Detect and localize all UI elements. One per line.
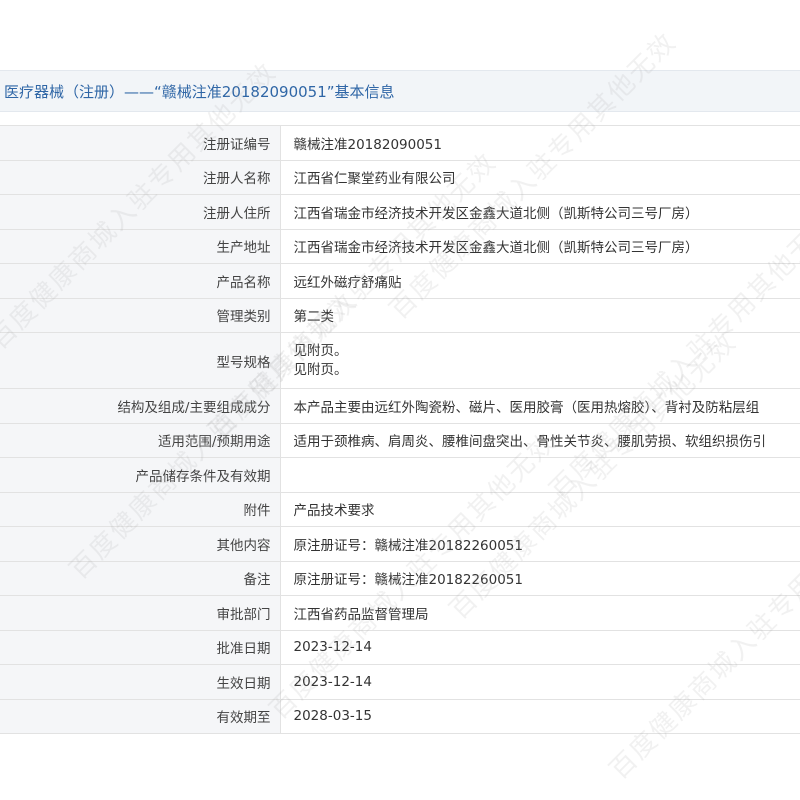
table-row-registrant-address: 注册人住所 江西省瑞金市经济技术开发区金鑫大道北侧（凯斯特公司三号厂房） <box>0 194 800 230</box>
table-row-effective-date: 生效日期 2023-12-14 <box>0 664 800 700</box>
row-value: 2023-12-14 <box>280 664 800 700</box>
row-value: 江西省瑞金市经济技术开发区金鑫大道北侧（凯斯特公司三号厂房） <box>280 194 800 230</box>
row-value: 2023-12-14 <box>280 629 800 665</box>
row-value: 江西省瑞金市经济技术开发区金鑫大道北侧（凯斯特公司三号厂房） <box>280 228 800 264</box>
table-row-management-category: 管理类别 第二类 <box>0 297 800 333</box>
row-label: 生产地址 <box>0 228 281 264</box>
table-row-approval-dept: 审批部门 江西省药品监督管理局 <box>0 595 800 631</box>
row-value: 原注册证号：赣械注准20182260051 <box>280 560 800 596</box>
table-row-registrant-name: 注册人名称 江西省仁聚堂药业有限公司 <box>0 159 800 195</box>
row-label: 备注 <box>0 560 281 596</box>
row-value: 赣械注准20182090051 <box>280 125 800 161</box>
table-row-model-spec: 型号规格 见附页。 见附页。 <box>0 332 800 389</box>
title-bar: 医疗器械（注册）——“赣械注准20182090051”基本信息 <box>0 70 800 112</box>
table-row-product-name: 产品名称 远红外磁疗舒痛贴 <box>0 263 800 299</box>
table-row-other: 其他内容 原注册证号：赣械注准20182260051 <box>0 526 800 562</box>
table-row-remarks: 备注 原注册证号：赣械注准20182260051 <box>0 560 800 596</box>
info-table: 注册证编号 赣械注准20182090051 注册人名称 江西省仁聚堂药业有限公司… <box>0 125 800 734</box>
row-value-line: 见附页。 <box>293 361 348 378</box>
row-value: 产品技术要求 <box>280 491 800 527</box>
row-label: 结构及组成/主要组成成分 <box>0 388 281 424</box>
row-label: 其他内容 <box>0 526 281 562</box>
table-row-structure: 结构及组成/主要组成成分 本产品主要由远红外陶瓷粉、磁片、医用胶膏（医用热熔胶）… <box>0 388 800 424</box>
row-label: 适用范围/预期用途 <box>0 422 281 458</box>
row-label: 有效期至 <box>0 698 281 734</box>
table-row-valid-until: 有效期至 2028-03-15 <box>0 698 800 734</box>
row-value-line: 见附页。 <box>293 342 348 359</box>
table-row-attachment: 附件 产品技术要求 <box>0 491 800 527</box>
row-value: 第二类 <box>280 297 800 333</box>
row-value: 本产品主要由远红外陶瓷粉、磁片、医用胶膏（医用热熔胶）、背衬及防粘层组 <box>280 388 800 424</box>
table-row-approval-date: 批准日期 2023-12-14 <box>0 629 800 665</box>
row-label: 注册证编号 <box>0 125 281 161</box>
row-label: 产品储存条件及有效期 <box>0 457 281 493</box>
row-label: 型号规格 <box>0 332 281 389</box>
row-value <box>280 457 800 493</box>
row-value: 原注册证号：赣械注准20182260051 <box>280 526 800 562</box>
row-label: 注册人名称 <box>0 159 281 195</box>
row-value: 适用于颈椎病、肩周炎、腰椎间盘突出、骨性关节炎、腰肌劳损、软组织损伤引 <box>280 422 800 458</box>
row-label: 审批部门 <box>0 595 281 631</box>
row-value: 江西省药品监督管理局 <box>280 595 800 631</box>
row-value-multiline: 见附页。 见附页。 <box>280 332 800 389</box>
row-label: 注册人住所 <box>0 194 281 230</box>
table-row-registration-number: 注册证编号 赣械注准20182090051 <box>0 125 800 161</box>
row-label: 生效日期 <box>0 664 281 700</box>
page-title: 医疗器械（注册）——“赣械注准20182090051”基本信息 <box>4 83 395 101</box>
row-label: 管理类别 <box>0 297 281 333</box>
row-value: 江西省仁聚堂药业有限公司 <box>280 159 800 195</box>
table-row-intended-use: 适用范围/预期用途 适用于颈椎病、肩周炎、腰椎间盘突出、骨性关节炎、腰肌劳损、软… <box>0 422 800 458</box>
row-value: 2028-03-15 <box>280 698 800 734</box>
row-value: 远红外磁疗舒痛贴 <box>280 263 800 299</box>
row-label: 产品名称 <box>0 263 281 299</box>
row-label: 批准日期 <box>0 629 281 665</box>
table-row-storage: 产品储存条件及有效期 <box>0 457 800 493</box>
table-row-production-address: 生产地址 江西省瑞金市经济技术开发区金鑫大道北侧（凯斯特公司三号厂房） <box>0 228 800 264</box>
row-label: 附件 <box>0 491 281 527</box>
